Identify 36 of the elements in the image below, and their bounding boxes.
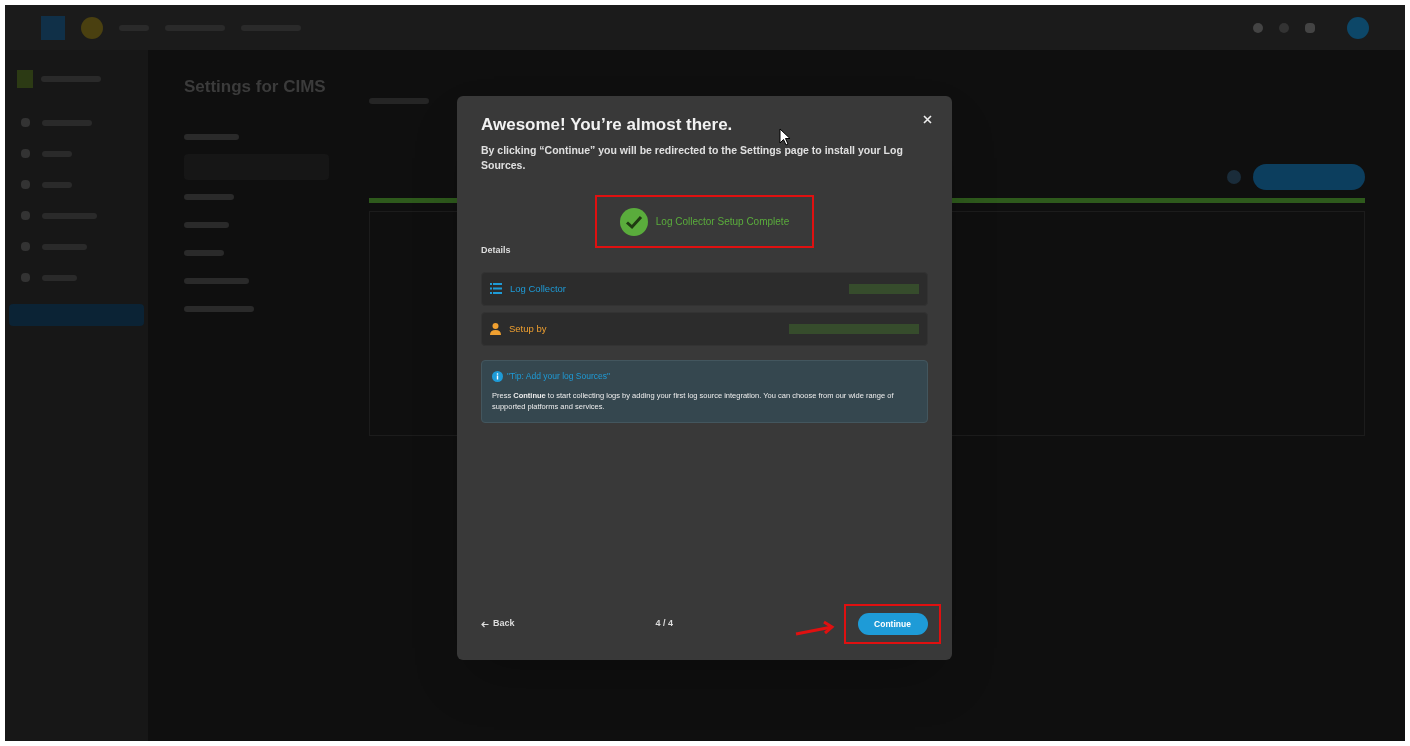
check-circle-icon [619, 207, 648, 236]
back-button[interactable]: Back [481, 617, 515, 631]
blurred-icon [21, 180, 30, 189]
arrow-left-icon [481, 620, 489, 628]
cursor-icon [779, 128, 791, 146]
blurred-text [184, 249, 224, 256]
blurred-icon [21, 118, 30, 127]
blurred-icon [21, 149, 30, 158]
blurred-icon [21, 242, 30, 251]
close-icon [922, 114, 932, 124]
dialog-subtitle: By clicking “Continue” you will be redirected to the Settings page to install your Log Sources. [481, 143, 904, 174]
blurred-icon [21, 273, 30, 282]
blurred-text [184, 221, 229, 228]
step-counter: 4 / 4 [655, 617, 673, 631]
detail-label: Setup by [509, 321, 547, 336]
blurred-text [184, 305, 254, 312]
blurred-icon [1253, 22, 1263, 33]
blurred-icon [1279, 22, 1289, 33]
blurred-text [184, 277, 249, 284]
person-icon [490, 322, 501, 335]
tip-title: "Tip: Add your log Sources" [507, 369, 611, 383]
info-icon [492, 370, 503, 382]
blurred-icon [1305, 22, 1315, 33]
arrow-icon [794, 619, 836, 637]
list-icon [490, 283, 502, 295]
dialog-title: Awesome! You’re almost there. [481, 114, 733, 136]
redacted-value [849, 283, 919, 294]
status-text: Log Collector Setup Complete [655, 215, 790, 230]
avatar [1347, 16, 1369, 39]
blurred-icon [21, 211, 30, 220]
blurred-icon [1227, 170, 1241, 184]
blurred-text [184, 193, 234, 200]
close-button[interactable] [920, 112, 934, 126]
details-heading: Details [481, 244, 512, 258]
detail-label: Log Collector [510, 281, 566, 296]
blurred-text [184, 133, 239, 140]
